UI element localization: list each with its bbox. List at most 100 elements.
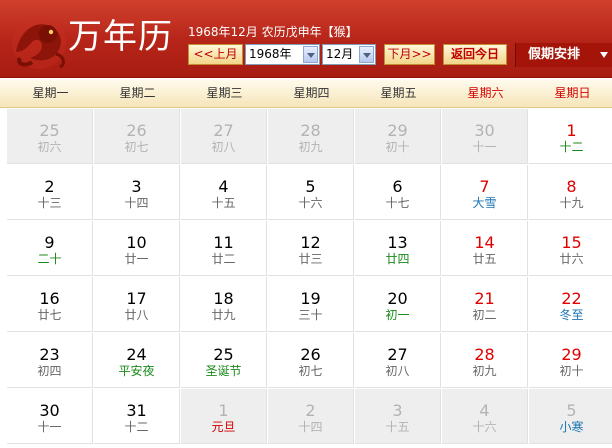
day-number: 28 (300, 121, 321, 140)
day-cell[interactable]: 31 十二 (94, 389, 180, 444)
lunar-date: 平安夜 (118, 364, 155, 378)
day-number: 8 (566, 177, 577, 196)
day-cell[interactable]: 30 十一 (442, 109, 528, 164)
day-number: 24 (126, 345, 147, 364)
day-cell[interactable]: 25 圣诞节 (181, 333, 267, 388)
day-number: 21 (474, 289, 495, 308)
weekday-label: 星期三 (206, 86, 243, 100)
day-number: 23 (39, 345, 60, 364)
day-cell[interactable]: 30 十一 (7, 389, 93, 444)
day-cell[interactable]: 17 廿八 (94, 277, 180, 332)
day-cell[interactable]: 2 十四 (268, 389, 354, 444)
day-number: 10 (126, 233, 147, 252)
prev-month-button[interactable]: <<上月 (188, 44, 243, 65)
day-number: 6 (392, 177, 403, 196)
day-cell[interactable]: 23 初四 (7, 333, 93, 388)
day-cell[interactable]: 29 初十 (529, 333, 612, 388)
day-number: 19 (300, 289, 321, 308)
day-cell[interactable]: 27 初八 (181, 109, 267, 164)
day-cell[interactable]: 21 初二 (442, 277, 528, 332)
day-cell[interactable]: 1 十二 (529, 109, 612, 164)
lunar-date: 十六 (472, 420, 497, 434)
day-cell[interactable]: 10 廿一 (94, 221, 180, 276)
return-today-button[interactable]: 返回今日 (443, 44, 507, 65)
day-cell[interactable]: 4 十六 (442, 389, 528, 444)
day-cell[interactable]: 4 十五 (181, 165, 267, 220)
lunar-date: 大雪 (472, 196, 497, 210)
lunar-date: 十四 (124, 196, 149, 210)
month-select[interactable]: 12月 (322, 44, 376, 65)
day-number: 1 (566, 121, 577, 140)
day-number: 27 (387, 345, 408, 364)
day-number: 4 (218, 177, 229, 196)
day-cell[interactable]: 27 初八 (355, 333, 441, 388)
day-cell[interactable]: 5 十六 (268, 165, 354, 220)
day-number: 30 (39, 401, 60, 420)
day-cell[interactable]: 13 廿四 (355, 221, 441, 276)
chevron-down-icon[interactable] (359, 46, 374, 63)
day-number: 5 (305, 177, 316, 196)
day-cell[interactable]: 22 冬至 (529, 277, 612, 332)
day-cell[interactable]: 25 初六 (7, 109, 93, 164)
day-number: 15 (561, 233, 582, 252)
lunar-date: 三十 (298, 308, 323, 322)
lunar-date: 十二 (559, 140, 584, 154)
day-cell[interactable]: 26 初七 (94, 109, 180, 164)
lunar-date: 初八 (211, 140, 236, 154)
day-cell[interactable]: 18 廿九 (181, 277, 267, 332)
day-cell[interactable]: 29 初十 (355, 109, 441, 164)
lunar-date: 十五 (385, 420, 410, 434)
year-select[interactable]: 1968年 (245, 44, 320, 65)
lunar-date: 廿六 (559, 252, 584, 266)
day-cell[interactable]: 1 元旦 (181, 389, 267, 444)
day-cell[interactable]: 15 廿六 (529, 221, 612, 276)
day-number: 20 (387, 289, 408, 308)
lunar-date: 廿二 (211, 252, 236, 266)
day-number: 31 (126, 401, 147, 420)
day-number: 2 (44, 177, 55, 196)
weekday-label: 星期四 (293, 86, 330, 100)
app-title: 万年历 (68, 17, 173, 57)
day-number: 18 (213, 289, 234, 308)
lunar-date: 十五 (211, 196, 236, 210)
lunar-date: 十四 (298, 420, 323, 434)
day-cell[interactable]: 19 三十 (268, 277, 354, 332)
day-cell[interactable]: 9 二十 (7, 221, 93, 276)
day-cell[interactable]: 28 初九 (442, 333, 528, 388)
day-cell[interactable]: 12 廿三 (268, 221, 354, 276)
day-number: 25 (213, 345, 234, 364)
day-cell[interactable]: 5 小寒 (529, 389, 612, 444)
day-cell[interactable]: 3 十四 (94, 165, 180, 220)
day-cell[interactable]: 2 十三 (7, 165, 93, 220)
caret-down-icon (600, 52, 608, 58)
day-cell[interactable]: 6 十七 (355, 165, 441, 220)
weekday-label: 星期六 (467, 86, 504, 100)
next-month-button[interactable]: 下月>> (384, 44, 435, 65)
day-cell[interactable]: 8 十九 (529, 165, 612, 220)
lunar-date: 十六 (298, 196, 323, 210)
day-cell[interactable]: 7 大雪 (442, 165, 528, 220)
year-select-value: 1968年 (249, 47, 292, 61)
day-cell[interactable]: 14 廿五 (442, 221, 528, 276)
day-cell[interactable]: 11 廿二 (181, 221, 267, 276)
lunar-date: 十九 (559, 196, 584, 210)
day-number: 9 (44, 233, 55, 252)
weekday-label: 星期五 (380, 86, 417, 100)
day-number: 17 (126, 289, 147, 308)
day-cell[interactable]: 3 十五 (355, 389, 441, 444)
calendar-grid: 25 初六 26 初七 27 初八 28 初九 29 初十 30 十一 1 十二 2 十三 3 十四 4 十五 5 十六 6… (7, 109, 612, 448)
day-cell[interactable]: 20 初一 (355, 277, 441, 332)
lunar-date: 廿八 (124, 308, 149, 322)
lunar-date: 初四 (37, 364, 62, 378)
chevron-down-icon[interactable] (303, 46, 318, 63)
holiday-schedule-button[interactable]: 假期安排 (515, 43, 612, 67)
day-number: 5 (566, 401, 577, 420)
weekday-header-row: 星期一 星期二 星期三 星期四 星期五 星期六 星期日 (0, 79, 612, 108)
lunar-date: 廿四 (385, 252, 410, 266)
day-cell[interactable]: 24 平安夜 (94, 333, 180, 388)
day-cell[interactable]: 28 初九 (268, 109, 354, 164)
day-cell[interactable]: 26 初七 (268, 333, 354, 388)
day-cell[interactable]: 16 廿七 (7, 277, 93, 332)
lunar-date: 十一 (472, 140, 497, 154)
day-number: 28 (474, 345, 495, 364)
